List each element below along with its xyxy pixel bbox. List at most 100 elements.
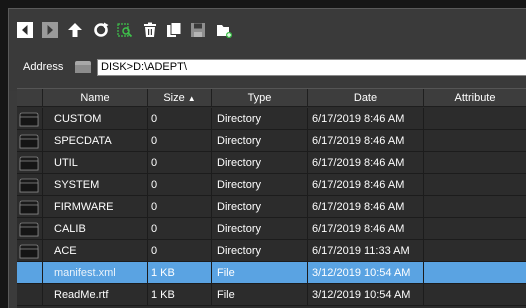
attribute-cell [424,240,526,262]
back-icon[interactable] [17,22,33,38]
row-icon-cell [17,262,43,284]
size-cell: 0 [148,196,212,218]
table-row-selected[interactable]: manifest.xml 1 KB File 3/12/2019 10:54 A… [17,262,526,284]
row-icon-cell [17,130,43,152]
attribute-cell [424,152,526,174]
date-cell: 6/17/2019 8:46 AM [308,196,424,218]
date-cell: 3/12/2019 10:54 AM [308,262,424,284]
row-icon-cell [17,152,43,174]
date-cell: 6/17/2019 8:46 AM [308,174,424,196]
up-icon[interactable] [67,22,83,38]
table-row[interactable]: CUSTOM 0 Directory 6/17/2019 8:46 AM [17,108,526,130]
attribute-cell [424,108,526,130]
column-header-date[interactable]: Date [308,89,424,107]
name-cell: UTIL [43,152,148,174]
type-cell: Directory [212,218,308,240]
folder-icon [19,178,39,193]
size-cell: 0 [148,130,212,152]
column-header-type[interactable]: Type [212,89,308,107]
type-cell: File [212,284,308,306]
column-header-size[interactable]: Size ▲ [148,89,212,107]
size-cell: 0 [148,240,212,262]
attribute-cell [424,174,526,196]
search-icon[interactable] [117,22,133,38]
folder-icon [19,200,39,215]
type-cell: Directory [212,174,308,196]
row-icon-cell [17,240,43,262]
size-cell: 1 KB [148,262,212,284]
refresh-icon[interactable] [93,22,109,38]
row-icon-cell [17,174,43,196]
attribute-cell [424,218,526,240]
folder-icon [19,222,39,237]
row-icon-cell [17,108,43,130]
delete-icon[interactable] [142,22,158,38]
folder-icon [19,134,39,149]
file-table: Name Size ▲ Type Date Attribute CUSTOM 0 … [17,88,526,308]
forward-icon[interactable] [42,22,58,38]
folder-icon [19,112,39,127]
address-input[interactable]: DISK>D:\ADEPT\ [97,59,526,76]
attribute-cell [424,262,526,284]
column-header-icon [17,89,43,107]
size-cell: 0 [148,174,212,196]
name-cell: CUSTOM [43,108,148,130]
name-cell: FIRMWARE [43,196,148,218]
type-cell: File [212,262,308,284]
table-row[interactable]: UTIL 0 Directory 6/17/2019 8:46 AM [17,152,526,174]
address-label: Address [23,61,64,73]
column-header-name-label: Name [80,92,110,104]
name-cell: CALIB [43,218,148,240]
name-cell: ACE [43,240,148,262]
type-cell: Directory [212,240,308,262]
attribute-cell [424,196,526,218]
folder-icon [19,156,39,171]
name-cell: SPECDATA [43,130,148,152]
type-cell: Directory [212,196,308,218]
size-cell: 1 KB [148,284,212,306]
app-frame: Address DISK>D:\ADEPT\ Name Size ▲ Type D… [0,0,526,308]
column-header-attribute-label: Attribute [454,92,496,104]
table-header: Name Size ▲ Type Date Attribute [17,89,526,107]
name-cell: manifest.xml [43,262,148,284]
save-icon[interactable] [190,22,206,38]
date-cell: 6/17/2019 8:46 AM [308,130,424,152]
date-cell: 6/17/2019 11:33 AM [308,240,424,262]
size-cell: 0 [148,218,212,240]
column-header-name[interactable]: Name [43,89,148,107]
toolbar [9,9,526,51]
date-cell: 6/17/2019 8:46 AM [308,218,424,240]
date-cell: 3/12/2019 10:54 AM [308,284,424,306]
row-icon-cell [17,284,43,306]
file-browser-panel: Address DISK>D:\ADEPT\ Name Size ▲ Type D… [8,8,526,308]
column-header-type-label: Type [247,92,272,104]
row-icon-cell [17,196,43,218]
size-cell: 0 [148,152,212,174]
disk-icon [74,60,92,74]
table-row[interactable]: SPECDATA 0 Directory 6/17/2019 8:46 AM [17,130,526,152]
table-row[interactable]: ACE 0 Directory 6/17/2019 11:33 AM [17,240,526,262]
name-cell: ReadMe.rtf [43,284,148,306]
address-bar: Address DISK>D:\ADEPT\ [9,51,526,91]
table-row[interactable]: CALIB 0 Directory 6/17/2019 8:46 AM [17,218,526,240]
name-cell: SYSTEM [43,174,148,196]
type-cell: Directory [212,108,308,130]
column-header-date-label: Date [353,92,378,104]
attribute-cell [424,130,526,152]
sort-ascending-icon: ▲ [187,94,196,103]
date-cell: 6/17/2019 8:46 AM [308,108,424,130]
folder-icon [19,244,39,259]
row-icon-cell [17,218,43,240]
attribute-cell [424,284,526,306]
column-header-size-label: Size [163,92,185,104]
column-header-attribute[interactable]: Attribute [424,89,526,107]
new-folder-icon[interactable] [216,22,232,38]
size-cell: 0 [148,108,212,130]
table-row[interactable]: SYSTEM 0 Directory 6/17/2019 8:46 AM [17,174,526,196]
type-cell: Directory [212,152,308,174]
date-cell: 6/17/2019 8:46 AM [308,152,424,174]
copy-icon[interactable] [166,22,182,38]
table-row[interactable]: ReadMe.rtf 1 KB File 3/12/2019 10:54 AM [17,284,526,306]
table-row[interactable]: FIRMWARE 0 Directory 6/17/2019 8:46 AM [17,196,526,218]
type-cell: Directory [212,130,308,152]
